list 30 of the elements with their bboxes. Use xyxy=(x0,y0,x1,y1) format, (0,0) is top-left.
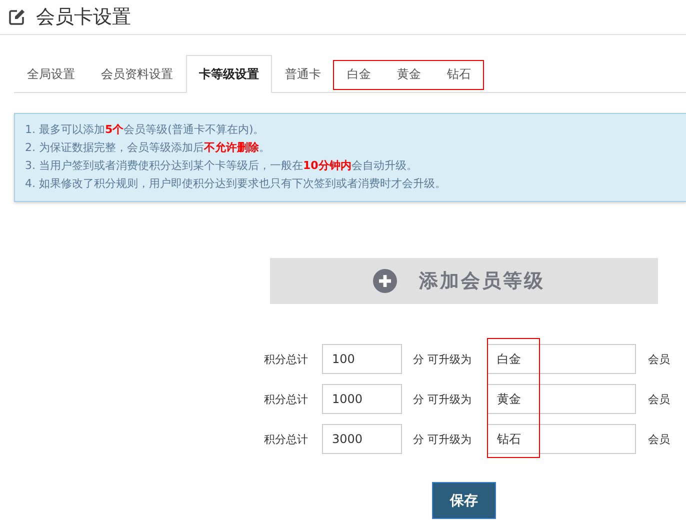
tab[interactable]: 卡等级设置 xyxy=(186,55,272,93)
page-title: 会员卡设置 xyxy=(36,5,131,30)
field-label: 分 可升级为 xyxy=(413,352,472,366)
points-field[interactable]: 3000 xyxy=(322,424,402,454)
edit-icon xyxy=(8,8,26,26)
level-name-field[interactable]: 黄金 xyxy=(487,384,636,414)
field-label: 分 可升级为 xyxy=(413,392,472,406)
field-label: 会员 xyxy=(648,352,670,366)
tab[interactable]: 黄金 xyxy=(384,55,434,92)
save-button[interactable]: 保存 xyxy=(432,482,496,519)
field-label: 积分总计 xyxy=(264,392,309,406)
tab[interactable]: 会员资料设置 xyxy=(88,55,186,92)
points-field[interactable]: 100 xyxy=(322,344,402,374)
field-label: 会员 xyxy=(648,432,670,446)
tab[interactable]: 钻石 xyxy=(434,55,484,92)
points-field[interactable]: 1000 xyxy=(322,384,402,414)
field-label: 积分总计 xyxy=(264,352,309,366)
field-label: 积分总计 xyxy=(264,432,309,446)
note-line: 1. 最多可以添加5个会员等级(普通卡不算在内)。 xyxy=(25,122,266,138)
level-name-field[interactable]: 钻石 xyxy=(487,424,636,454)
tab[interactable]: 白金 xyxy=(334,55,384,92)
note-line: 3. 当用户签到或者消费使积分达到某个卡等级后，一般在10分钟内会自动升级。 xyxy=(25,158,418,174)
tab[interactable]: 普通卡 xyxy=(272,55,334,92)
level-name-field[interactable]: 白金 xyxy=(487,344,636,374)
note-line: 4. 如果修改了积分规则，用户即使积分达到要求也只有下次签到或者消费时才会升级。 xyxy=(25,176,447,192)
note-line: 2. 为保证数据完整，会员等级添加后不允许删除。 xyxy=(25,140,271,156)
plus-icon xyxy=(373,269,397,293)
field-label: 分 可升级为 xyxy=(413,432,472,446)
tab[interactable]: 全局设置 xyxy=(14,55,88,92)
field-label: 会员 xyxy=(648,392,670,406)
